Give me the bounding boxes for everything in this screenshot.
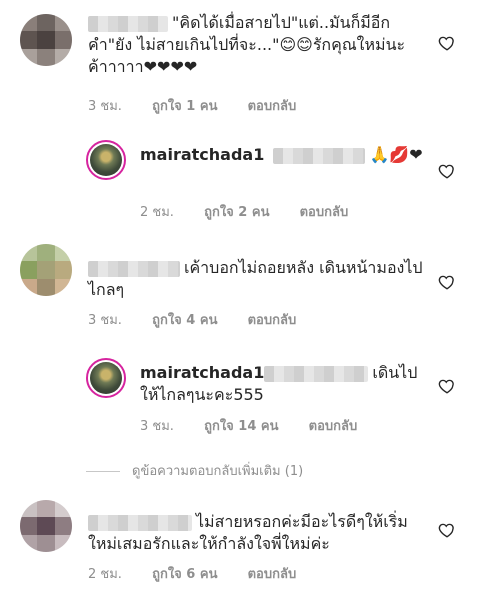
heart-outline-icon[interactable] — [438, 34, 456, 52]
username[interactable]: mairatchada1 — [140, 145, 264, 164]
avatar[interactable] — [20, 14, 72, 66]
comment-time: 3 ชม. — [88, 313, 122, 328]
view-more-replies[interactable]: ดูข้อความตอบกลับเพิ่มเติม (1) — [86, 460, 303, 481]
comment-text: เค้าบอกไม่ถอยหลัง เดินหน้ามองไปไกลๆ — [88, 258, 423, 299]
blurred-username[interactable] — [88, 260, 180, 277]
reply-button[interactable]: ตอบกลับ — [248, 567, 297, 582]
username[interactable]: mairatchada1 — [140, 363, 264, 382]
comment-text: mairatchada1 🙏💋❤ — [140, 145, 423, 164]
likes-count[interactable]: ถูกใจ 6 คน — [152, 567, 217, 582]
blurred-text — [264, 365, 369, 382]
reply-button[interactable]: ตอบกลับ — [309, 419, 358, 434]
comment-time: 3 ชม. — [140, 419, 174, 434]
comment-text: ไม่สายหรอกค่ะมีอะไรดีๆให้เริ่มใหม่เสมอรั… — [88, 512, 408, 553]
comment-text: "คิดได้เมื่อสายไป"แต่..มันก็มีอีกคำ"ยัง … — [88, 13, 406, 76]
blurred-username[interactable] — [88, 15, 168, 32]
comment-time: 2 ชม. — [88, 567, 122, 582]
avatar[interactable] — [20, 244, 72, 296]
likes-count[interactable]: ถูกใจ 14 คน — [204, 419, 278, 434]
divider-line — [86, 471, 120, 472]
likes-count[interactable]: ถูกใจ 2 คน — [204, 205, 269, 220]
comment-meta: 3 ชม. ถูกใจ 4 คน ตอบกลับ — [88, 309, 322, 330]
comment-time: 3 ชม. — [88, 99, 122, 114]
blurred-text — [273, 147, 366, 164]
avatar[interactable] — [86, 358, 126, 398]
heart-outline-icon[interactable] — [438, 162, 456, 180]
likes-count[interactable]: ถูกใจ 1 คน — [152, 99, 217, 114]
comment-meta: 2 ชม. ถูกใจ 6 คน ตอบกลับ — [88, 563, 322, 584]
heart-outline-icon[interactable] — [438, 377, 456, 395]
reply-button[interactable]: ตอบกลับ — [248, 313, 297, 328]
heart-outline-icon[interactable] — [438, 273, 456, 291]
comment-text: mairatchada1 เดินไปให้ไกลๆนะคะ555 — [140, 363, 418, 404]
avatar[interactable] — [20, 500, 72, 552]
comment-meta: 3 ชม. ถูกใจ 1 คน ตอบกลับ — [88, 95, 322, 116]
comment-meta: 2 ชม. ถูกใจ 2 คน ตอบกลับ — [140, 201, 374, 222]
comment-time: 2 ชม. — [140, 205, 174, 220]
blurred-username[interactable] — [88, 514, 192, 531]
avatar[interactable] — [86, 140, 126, 180]
likes-count[interactable]: ถูกใจ 4 คน — [152, 313, 217, 328]
heart-outline-icon[interactable] — [438, 521, 456, 539]
comment-meta: 3 ชม. ถูกใจ 14 คน ตอบกลับ — [140, 415, 383, 436]
reply-button[interactable]: ตอบกลับ — [300, 205, 349, 220]
reply-button[interactable]: ตอบกลับ — [248, 99, 297, 114]
